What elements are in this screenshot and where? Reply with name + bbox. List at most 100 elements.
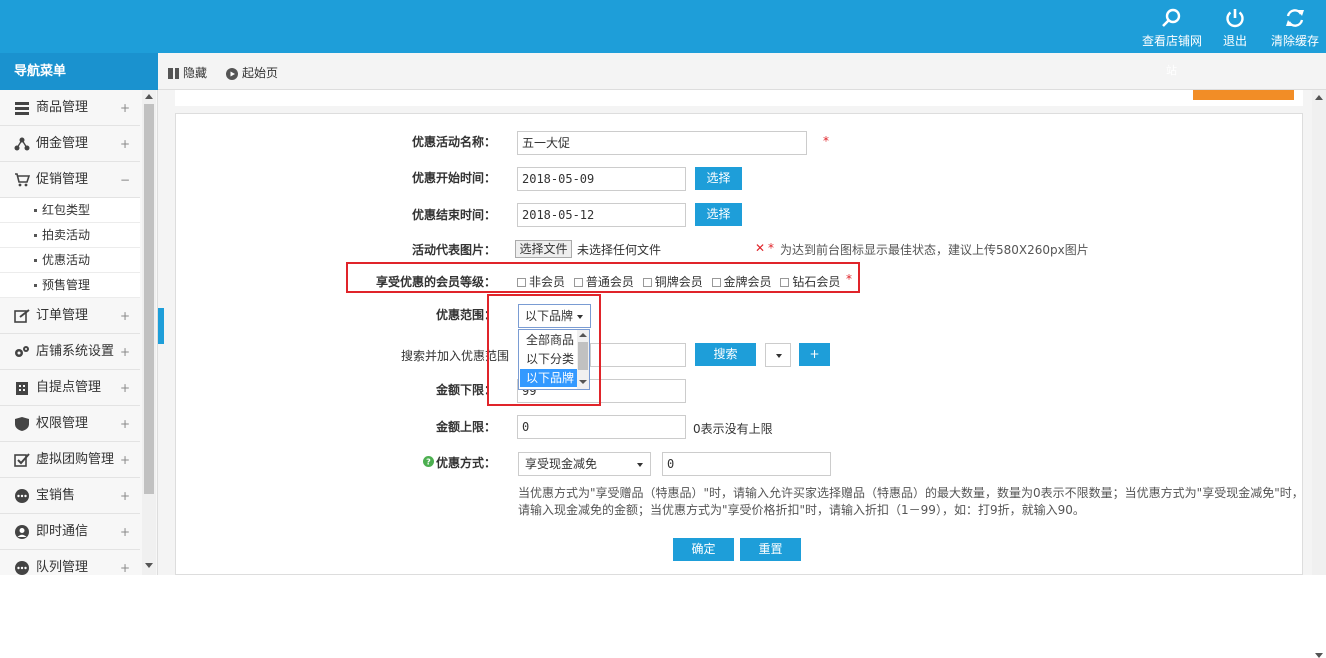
expand-icon: + <box>119 453 130 467</box>
dots-icon <box>15 488 29 503</box>
scroll-up-icon[interactable] <box>145 94 153 99</box>
svg-text:?: ? <box>426 458 431 467</box>
add-scope-button[interactable]: + <box>799 343 830 366</box>
member-option-nonmember[interactable]: 非会员 <box>512 275 565 289</box>
choose-file-button[interactable]: 选择文件 <box>515 240 572 258</box>
sidebar-scroll-thumb[interactable] <box>144 104 154 494</box>
member-option-gold[interactable]: 金牌会员 <box>707 275 772 289</box>
sidebar-item-queue[interactable]: 队列管理 + <box>0 550 140 575</box>
shield-icon <box>15 416 29 431</box>
expand-icon: + <box>119 101 130 115</box>
sidebar-collapse-handle[interactable] <box>158 308 164 344</box>
reset-button[interactable]: 重置 <box>740 538 801 561</box>
image-hint-text: 为达到前台图标显示最佳状态，建议上传580X260px图片 <box>780 243 1089 257</box>
share-icon <box>14 137 30 150</box>
sidebar-subitem-label: 预售管理 <box>42 278 91 292</box>
clear-cache-button[interactable]: 清除缓存 <box>1268 8 1322 49</box>
discount-mode-label: 优惠方式： <box>435 456 496 470</box>
discount-mode-hint-2: 请输入现金减免的金额；当优惠方式为"享受价格折扣"时，请输入折扣（1－99），如… <box>518 503 1085 517</box>
discount-amount-field[interactable]: 0 <box>662 452 831 476</box>
search-result-select[interactable] <box>765 343 791 367</box>
checkbox-icon <box>14 452 30 467</box>
required-mark: * <box>823 134 829 148</box>
sidebar-item-group-buy[interactable]: 虚拟团购管理 + <box>0 442 140 478</box>
chevron-down-icon <box>776 354 782 358</box>
discount-mode-hint-1: 当优惠方式为"享受赠品（特惠品）"时，请输入允许买家选择赠品（特惠品）的最大数量… <box>518 486 1304 500</box>
sidebar-item-label: 促销管理 <box>36 172 89 187</box>
dots-icon <box>15 560 29 575</box>
sidebar-item-store-settings[interactable]: 店铺系统设置 + <box>0 334 140 370</box>
file-status-text: 未选择任何文件 <box>577 243 662 257</box>
min-amount-label: 金额下限： <box>435 383 496 397</box>
submit-button[interactable]: 确定 <box>673 538 734 561</box>
activity-image-label: 活动代表图片： <box>411 243 496 257</box>
sidebar-subitem-redpacket[interactable]: 红包类型 <box>0 198 140 223</box>
expand-icon: + <box>119 525 130 539</box>
member-option-bronze[interactable]: 铜牌会员 <box>638 275 703 289</box>
home-page-button[interactable]: 起始页 <box>226 64 278 81</box>
view-store-button[interactable]: 查看店铺网 <box>1141 8 1203 49</box>
start-time-field[interactable]: 2018-05-09 <box>517 167 686 191</box>
sidebar-item-label: 自提点管理 <box>36 380 102 395</box>
sidebar-item-label: 商品管理 <box>36 100 89 115</box>
sidebar-item-orders[interactable]: 订单管理 + <box>0 298 140 334</box>
max-amount-label: 金额上限： <box>435 420 496 434</box>
sidebar-subitem-discount[interactable]: 优惠活动 <box>0 248 140 273</box>
toolbar: 隐藏 起始页 <box>158 53 1326 90</box>
sidebar-item-pickup[interactable]: 自提点管理 + <box>0 370 140 406</box>
help-icon[interactable]: ? <box>423 456 434 467</box>
checkbox[interactable] <box>711 278 721 287</box>
sidebar-item-sales[interactable]: 宝销售 + <box>0 478 140 514</box>
user-icon <box>15 524 29 539</box>
discount-mode-select[interactable]: 享受现金减免 <box>518 452 651 476</box>
sidebar-subitem-label: 优惠活动 <box>42 253 91 267</box>
panel-top-strip <box>175 90 1303 106</box>
clear-cache-label: 清除缓存 <box>1270 34 1319 48</box>
max-amount-field[interactable]: 0 <box>517 415 686 439</box>
sidebar-item-promotion[interactable]: 促销管理 − <box>0 162 140 198</box>
orange-action-button[interactable] <box>1193 90 1294 100</box>
sidebar-item-im[interactable]: 即时通信 + <box>0 514 140 550</box>
home-label: 起始页 <box>242 66 279 80</box>
expand-icon: + <box>119 489 130 503</box>
top-header: 查看店铺网 退出 清除缓存 <box>0 0 1326 53</box>
search-scope-input[interactable] <box>590 343 686 367</box>
scope-label: 优惠范围： <box>435 308 496 322</box>
activity-name-label: 优惠活动名称： <box>411 135 496 149</box>
sidebar-item-goods[interactable]: 商品管理 + <box>0 90 140 126</box>
member-option-regular[interactable]: 普通会员 <box>569 275 634 289</box>
activity-name-field[interactable]: 五一大促 <box>517 131 807 155</box>
end-time-field[interactable]: 2018-05-12 <box>517 203 686 227</box>
member-level-label: 享受优惠的会员等级： <box>375 275 496 289</box>
discount-mode-value: 享受现金减免 <box>525 457 598 471</box>
expand-icon: + <box>119 137 130 151</box>
sidebar-subitem-auction[interactable]: 拍卖活动 <box>0 223 140 248</box>
member-option-diamond[interactable]: 钻石会员 <box>775 275 840 289</box>
logout-button[interactable]: 退出 <box>1218 8 1252 49</box>
logout-label: 退出 <box>1222 34 1247 48</box>
grid-icon <box>15 101 29 115</box>
building-icon <box>16 381 28 395</box>
sidebar-item-commission[interactable]: 佣金管理 + <box>0 126 140 162</box>
checkbox[interactable] <box>517 278 526 287</box>
required-mark: * <box>768 241 774 255</box>
scroll-up-icon[interactable] <box>1315 95 1323 100</box>
end-time-label: 优惠结束时间： <box>411 208 496 222</box>
end-time-select-button[interactable]: 选择 <box>695 203 742 226</box>
gears-icon <box>15 345 29 357</box>
hide-sidebar-button[interactable]: 隐藏 <box>168 64 207 81</box>
sidebar-subitem-label: 红包类型 <box>42 203 91 217</box>
sidebar-item-permissions[interactable]: 权限管理 + <box>0 406 140 442</box>
start-time-select-button[interactable]: 选择 <box>695 167 742 190</box>
sidebar-subitem-presale[interactable]: 预售管理 <box>0 273 140 298</box>
checkbox[interactable] <box>573 278 583 287</box>
sidebar-subitem-label: 拍卖活动 <box>42 228 91 242</box>
member-option-label: 普通会员 <box>585 275 634 289</box>
checkbox[interactable] <box>642 278 652 287</box>
search-button[interactable]: 搜索 <box>695 343 756 366</box>
scroll-down-icon[interactable] <box>145 563 153 568</box>
sidebar-item-label: 店铺系统设置 <box>36 344 115 359</box>
checkbox[interactable] <box>780 278 790 287</box>
scroll-down-icon[interactable] <box>1315 653 1323 658</box>
main-scrollbar[interactable] <box>1312 90 1326 658</box>
